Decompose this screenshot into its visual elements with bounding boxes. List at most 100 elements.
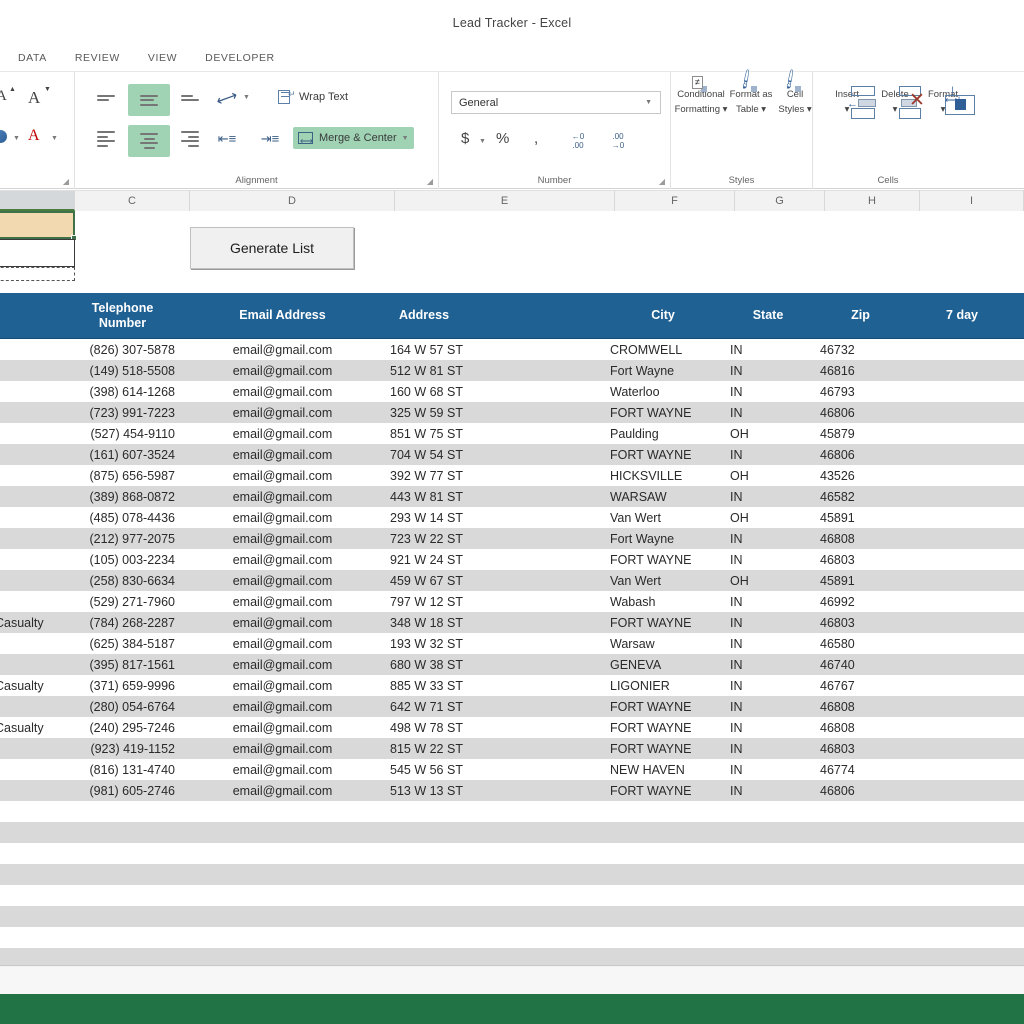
font-color-icon[interactable]: A [28,128,40,144]
cell-zip[interactable]: 46808 [815,696,910,717]
cell-city[interactable]: Fort Wayne [605,360,725,381]
cell-b[interactable] [0,759,65,780]
cell-b[interactable] [0,528,65,549]
cell-email[interactable]: email@gmail.com [180,339,385,360]
cell-email[interactable]: email@gmail.com [180,549,385,570]
cell-tel[interactable]: (280) 054-6764 [65,696,180,717]
cell-city[interactable]: FORT WAYNE [605,444,725,465]
cell-tel[interactable]: (826) 307-5878 [65,339,180,360]
table-row[interactable]: (625) 384-5187 email@gmail.com 193 W 32 ST… [0,633,1024,654]
column-header-b[interactable] [0,190,75,211]
cell-email[interactable]: email@gmail.com [180,528,385,549]
cell-b[interactable] [0,444,65,465]
cell-addr[interactable]: 545 W 56 ST [385,759,605,780]
cell-b[interactable] [0,633,65,654]
cell-email[interactable]: email@gmail.com [180,759,385,780]
cell-addr[interactable]: 164 W 57 ST [385,339,605,360]
cell-tel[interactable]: (529) 271-7960 [65,591,180,612]
cell-tel[interactable]: (875) 656-5987 [65,465,180,486]
number-format-chevron-down-icon[interactable]: ▼ [645,99,652,106]
cell-email[interactable]: email@gmail.com [180,633,385,654]
table-blank-row[interactable] [0,906,1024,927]
cell-email[interactable]: email@gmail.com [180,717,385,738]
cell-zip[interactable]: 46806 [815,402,910,423]
cell-state[interactable]: IN [725,696,815,717]
column-header-h[interactable]: H [825,190,920,211]
cell-state[interactable]: IN [725,381,815,402]
accounting-format-button[interactable]: $ [461,130,469,147]
cell-sevenday[interactable] [910,738,1014,759]
cell-state[interactable]: IN [725,717,815,738]
cell-b[interactable] [0,549,65,570]
table-row[interactable]: (529) 271-7960 email@gmail.com 797 W 12 ST… [0,591,1024,612]
cell-email[interactable]: email@gmail.com [180,402,385,423]
font-color-chevron-down-icon[interactable]: ▼ [51,135,58,142]
table-blank-row[interactable] [0,927,1024,948]
cell-b[interactable] [0,339,65,360]
cell-addr[interactable]: 513 W 13 ST [385,780,605,801]
cell-state[interactable]: OH [725,465,815,486]
cell-email[interactable]: email@gmail.com [180,675,385,696]
align-bottom-button[interactable] [175,86,205,110]
percent-style-button[interactable]: % [496,130,509,147]
cell-below-selection[interactable]: e [0,239,75,267]
cell-email[interactable]: email@gmail.com [180,360,385,381]
cell-state[interactable]: IN [725,675,815,696]
active-cell-selection[interactable] [0,211,77,241]
cell-zip[interactable]: 46774 [815,759,910,780]
increase-decimal-button[interactable]: ←0.00 [567,132,589,150]
cell-zip[interactable]: 46806 [815,444,910,465]
cell-state[interactable]: IN [725,339,815,360]
table-row[interactable]: (485) 078-4436 email@gmail.com 293 W 14 ST… [0,507,1024,528]
cell-email[interactable]: email@gmail.com [180,465,385,486]
cell-state[interactable]: IN [725,444,815,465]
cell-city[interactable]: FORT WAYNE [605,612,725,633]
column-header-c[interactable]: C [75,190,190,211]
cell-tel[interactable]: (485) 078-4436 [65,507,180,528]
table-blank-row[interactable] [0,843,1024,864]
cell-city[interactable]: Fort Wayne [605,528,725,549]
generate-list-button[interactable]: Generate List [190,227,354,269]
table-blank-row[interactable] [0,822,1024,843]
column-header-g[interactable]: G [735,190,825,211]
cell-email[interactable]: email@gmail.com [180,591,385,612]
table-row[interactable]: (105) 003-2234 email@gmail.com 921 W 24 ST… [0,549,1024,570]
cell-zip[interactable]: 46806 [815,780,910,801]
cell-email[interactable]: email@gmail.com [180,738,385,759]
accounting-chevron-down-icon[interactable]: ▼ [479,138,486,145]
align-top-button[interactable] [91,86,121,110]
cell-tel[interactable]: (816) 131-4740 [65,759,180,780]
align-left-button[interactable] [91,127,121,151]
cell-sevenday[interactable] [910,507,1014,528]
cell-sevenday[interactable] [910,633,1014,654]
cell-addr[interactable]: 885 W 33 ST [385,675,605,696]
align-middle-button[interactable] [128,84,170,116]
cell-sevenday[interactable] [910,360,1014,381]
cell-tel[interactable]: (389) 868-0872 [65,486,180,507]
shrink-font-icon[interactable]: A [28,88,40,108]
number-dialog-launcher-icon[interactable]: ◢ [659,177,665,186]
cell-city[interactable]: LIGONIER [605,675,725,696]
cell-email[interactable]: email@gmail.com [180,444,385,465]
table-row[interactable]: (161) 607-3524 email@gmail.com 704 W 54 ST… [0,444,1024,465]
table-row[interactable]: (149) 518-5508 email@gmail.com 512 W 81 ST… [0,360,1024,381]
cell-tel[interactable]: (527) 454-9110 [65,423,180,444]
cell-tel[interactable]: (161) 607-3524 [65,444,180,465]
cell-tel[interactable]: (395) 817-1561 [65,654,180,675]
format-cells-button[interactable]: |⟷| Format ▾ [919,85,975,116]
cell-state[interactable]: IN [725,360,815,381]
cell-email[interactable]: email@gmail.com [180,780,385,801]
table-row[interactable]: (258) 830-6634 email@gmail.com 459 W 67 ST… [0,570,1024,591]
align-center-button[interactable] [128,125,170,157]
cell-b[interactable]: Casualty [0,717,65,738]
align-right-button[interactable] [175,127,205,151]
cell-addr[interactable]: 642 W 71 ST [385,696,605,717]
cell-tel[interactable]: (212) 977-2075 [65,528,180,549]
cell-city[interactable]: Paulding [605,423,725,444]
cell-addr[interactable]: 723 W 22 ST [385,528,605,549]
cell-sevenday[interactable] [910,528,1014,549]
table-row[interactable]: Casualty(240) 295-7246email@gmail.com498… [0,717,1024,738]
fill-color-chevron-down-icon[interactable]: ▼ [13,135,20,142]
cell-addr[interactable]: 160 W 68 ST [385,381,605,402]
cell-email[interactable]: email@gmail.com [180,486,385,507]
